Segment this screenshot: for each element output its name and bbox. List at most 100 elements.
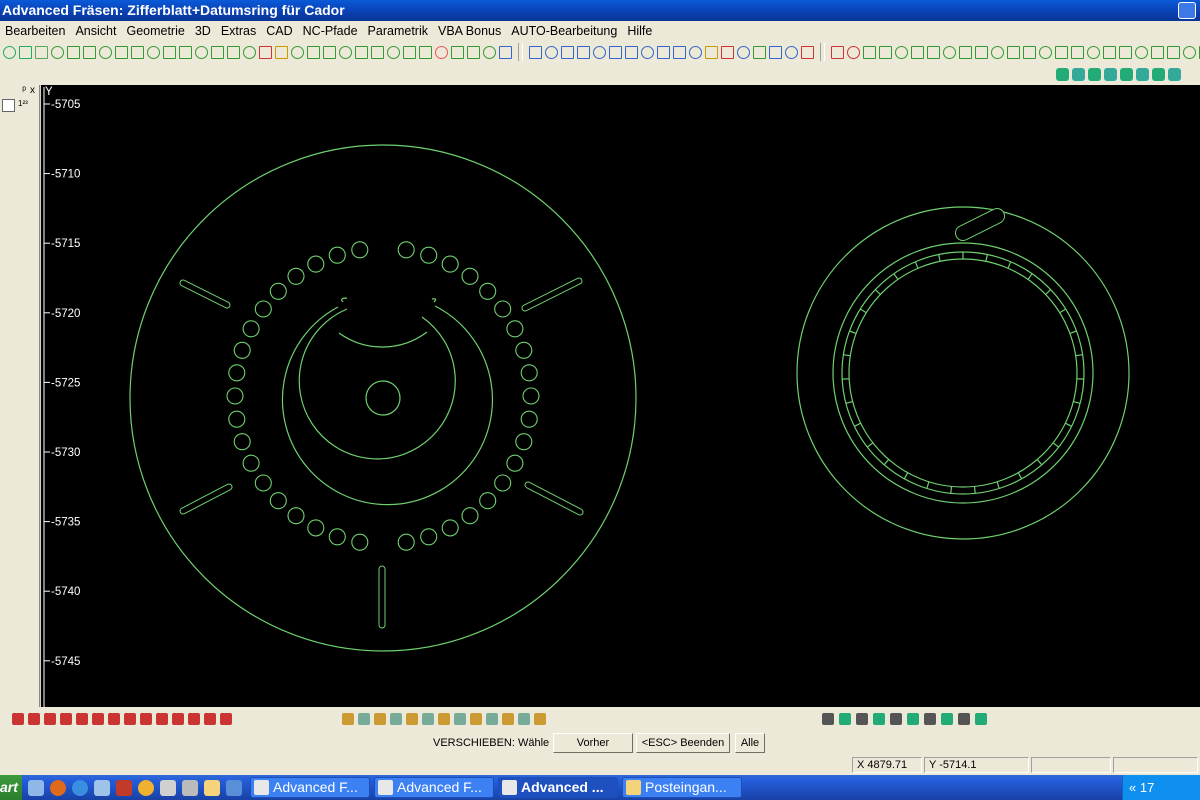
menu-parametrik[interactable]: Parametrik <box>363 21 433 41</box>
tool-icon[interactable] <box>625 45 638 59</box>
tool-icon[interactable] <box>975 713 987 725</box>
tool-icon[interactable] <box>35 45 48 59</box>
view-icon[interactable] <box>1056 67 1069 81</box>
tool-icon[interactable] <box>486 713 498 725</box>
tool-icon[interactable] <box>1151 45 1164 59</box>
tool-icon[interactable] <box>243 45 256 59</box>
tool-icon[interactable] <box>355 45 368 59</box>
tool-icon[interactable] <box>124 713 136 725</box>
desktop-icon[interactable] <box>28 779 44 796</box>
tool-icon[interactable] <box>259 45 272 59</box>
tool-icon[interactable] <box>108 713 120 725</box>
tool-icon[interactable] <box>163 45 176 59</box>
tool-icon[interactable] <box>387 45 400 59</box>
tool-icon[interactable] <box>51 45 64 59</box>
tool-icon[interactable] <box>856 713 868 725</box>
tool-icon[interactable] <box>593 45 606 59</box>
tool-icon[interactable] <box>895 45 908 59</box>
tool-icon[interactable] <box>641 45 654 59</box>
view-icon[interactable] <box>1104 67 1117 81</box>
tool-icon[interactable] <box>822 713 834 725</box>
tool-icon[interactable] <box>422 713 434 725</box>
tool-icon[interactable] <box>76 713 88 725</box>
tool-icon[interactable] <box>753 45 766 59</box>
tool-icon[interactable] <box>220 713 232 725</box>
pin-icon[interactable]: ᵖ <box>22 85 26 99</box>
menu-hilfe[interactable]: Hilfe <box>622 21 657 41</box>
tool-icon[interactable] <box>1071 45 1084 59</box>
tool-icon[interactable] <box>863 45 876 59</box>
tool-icon[interactable] <box>943 45 956 59</box>
tool-icon[interactable] <box>801 45 814 59</box>
tool-icon[interactable] <box>172 713 184 725</box>
tool-icon[interactable] <box>44 713 56 725</box>
tool-icon[interactable] <box>470 713 482 725</box>
media-icon[interactable] <box>138 779 154 796</box>
tool-icon[interactable] <box>689 45 702 59</box>
tool-icon[interactable] <box>179 45 192 59</box>
tool-icon[interactable] <box>673 45 686 59</box>
tool-icon[interactable] <box>323 45 336 59</box>
menu-extras[interactable]: Extras <box>216 21 261 41</box>
tool-icon[interactable] <box>131 45 144 59</box>
tool-icon[interactable] <box>911 45 924 59</box>
tool-icon[interactable] <box>927 45 940 59</box>
tool-icon[interactable] <box>847 45 860 59</box>
tool-icon[interactable] <box>156 713 168 725</box>
tool-icon[interactable] <box>737 45 750 59</box>
tool-icon[interactable] <box>975 45 988 59</box>
tool-icon[interactable] <box>958 713 970 725</box>
tool-icon[interactable] <box>839 713 851 725</box>
tool-icon[interactable] <box>12 713 24 725</box>
tool-icon[interactable] <box>182 779 198 796</box>
tool-icon[interactable] <box>307 45 320 59</box>
tool-icon[interactable] <box>879 45 892 59</box>
tool-icon[interactable] <box>227 45 240 59</box>
tool-icon[interactable] <box>467 45 480 59</box>
tool-icon[interactable] <box>358 713 370 725</box>
view-icon[interactable] <box>1120 67 1133 81</box>
tool-icon[interactable] <box>534 713 546 725</box>
drawing-canvas[interactable]: Y -5705 -5710 -5715 -5720 -5725 -5730 -5735 -574… <box>41 85 1200 707</box>
tool-icon[interactable] <box>374 713 386 725</box>
cad-icon[interactable] <box>160 779 176 796</box>
tool-icon[interactable] <box>339 45 352 59</box>
tool-icon[interactable] <box>115 45 128 59</box>
tool-icon[interactable] <box>435 45 448 59</box>
ie-icon[interactable] <box>72 779 88 796</box>
menu-ansicht[interactable]: Ansicht <box>70 21 121 41</box>
tool-icon[interactable] <box>1023 45 1036 59</box>
tool-icon[interactable] <box>907 713 919 725</box>
view-icon[interactable] <box>1152 67 1165 81</box>
tool-icon[interactable] <box>390 713 402 725</box>
tool-icon[interactable] <box>609 45 622 59</box>
tool-icon[interactable] <box>705 45 718 59</box>
tool-icon[interactable] <box>419 45 432 59</box>
tool-icon[interactable] <box>188 713 200 725</box>
taskbar-item[interactable]: Advanced F... <box>374 777 494 798</box>
tool-icon[interactable] <box>1119 45 1132 59</box>
tool-icon[interactable] <box>785 45 798 59</box>
tool-icon[interactable] <box>499 45 512 59</box>
tool-icon[interactable] <box>959 45 972 59</box>
menu-nc-pfade[interactable]: NC-Pfade <box>298 21 363 41</box>
tool-icon[interactable] <box>1039 45 1052 59</box>
view-icon[interactable] <box>1072 67 1085 81</box>
tool-icon[interactable] <box>438 713 450 725</box>
window-close-button[interactable] <box>1178 2 1196 19</box>
tool-icon[interactable] <box>873 713 885 725</box>
tool-icon[interactable] <box>67 45 80 59</box>
firefox-icon[interactable] <box>50 779 66 796</box>
tool-icon[interactable] <box>577 45 590 59</box>
network-icon[interactable] <box>94 779 110 796</box>
close-icon[interactable]: x <box>30 85 35 99</box>
tool-icon[interactable] <box>454 713 466 725</box>
tool-icon[interactable] <box>406 713 418 725</box>
tool-icon[interactable] <box>1055 45 1068 59</box>
tool-icon[interactable] <box>657 45 670 59</box>
tool-icon[interactable] <box>3 45 16 59</box>
tool-icon[interactable] <box>545 45 558 59</box>
vorher-button[interactable]: Vorher <box>553 733 633 753</box>
esc-beenden-button[interactable]: <ESC> Beenden <box>636 733 730 753</box>
taskbar-item[interactable]: Advanced F... <box>250 777 370 798</box>
